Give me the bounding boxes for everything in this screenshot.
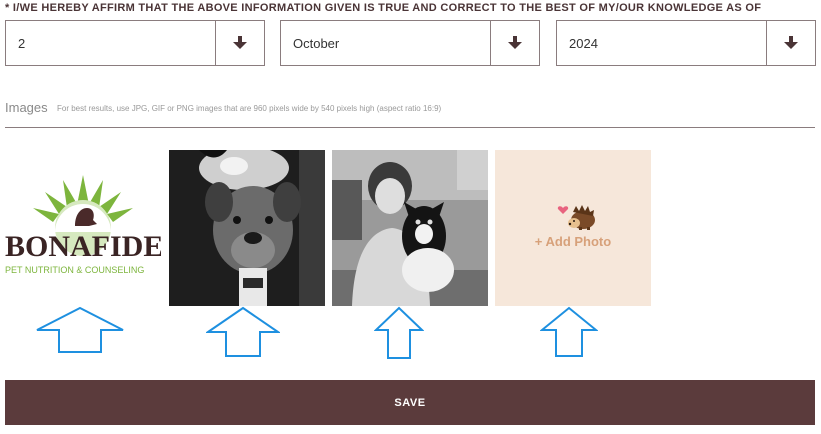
- month-value: October: [293, 36, 340, 51]
- day-value: 2: [18, 36, 26, 51]
- dog-photo: [169, 150, 325, 306]
- arrow-down-icon: [508, 36, 522, 49]
- logo-text: BONAFIDE: [5, 230, 161, 263]
- arrow-up-icon: [206, 306, 280, 357]
- image-tile-dog-photo[interactable]: [169, 150, 325, 306]
- images-label: Images: [5, 100, 48, 115]
- arrow-up-icon: [540, 306, 598, 357]
- hedgehog-icon: [557, 205, 595, 230]
- cat-photo: [332, 150, 488, 306]
- arrow-up-icon: [36, 306, 124, 353]
- add-photo-label: + Add Photo: [534, 234, 612, 249]
- day-dropdown-button[interactable]: [215, 21, 264, 65]
- image-tile-logo[interactable]: BONAFIDE PET NUTRITION & COUNSELING: [5, 150, 161, 306]
- day-select[interactable]: 2: [5, 20, 265, 66]
- save-button[interactable]: SAVE: [5, 380, 815, 425]
- divider: [5, 127, 815, 128]
- logo-subtext: PET NUTRITION & COUNSELING: [5, 265, 144, 275]
- year-dropdown-button[interactable]: [766, 21, 815, 65]
- add-photo-tile[interactable]: + Add Photo: [495, 150, 651, 306]
- arrow-up-icon: [374, 306, 424, 359]
- arrow-down-icon: [784, 36, 798, 49]
- image-tile-cat-photo[interactable]: [332, 150, 488, 306]
- year-select[interactable]: 2024: [556, 20, 816, 66]
- year-value: 2024: [569, 36, 598, 51]
- bonafide-logo: BONAFIDE PET NUTRITION & COUNSELING: [5, 175, 161, 275]
- images-hint: For best results, use JPG, GIF or PNG im…: [57, 104, 442, 113]
- arrow-down-icon: [233, 36, 247, 49]
- month-select[interactable]: October: [280, 20, 540, 66]
- affirmation-text: * I/WE HEREBY AFFIRM THAT THE ABOVE INFO…: [5, 2, 762, 14]
- month-dropdown-button[interactable]: [490, 21, 539, 65]
